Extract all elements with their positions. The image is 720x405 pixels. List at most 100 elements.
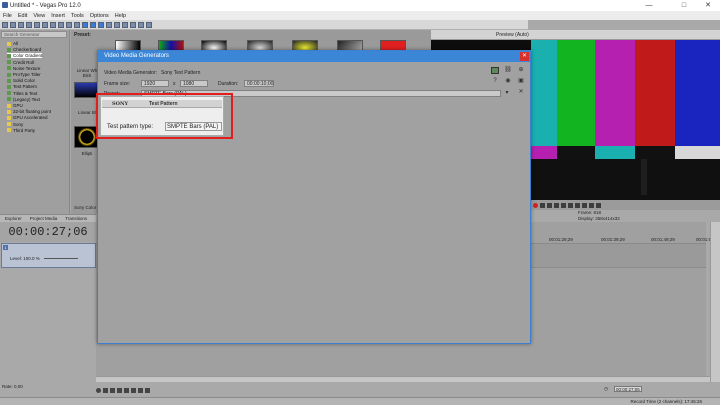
- duration-field[interactable]: 00:00:10;00: [244, 80, 274, 87]
- minimize-button[interactable]: —: [637, 0, 661, 11]
- dialog-close-button[interactable]: ✕: [520, 52, 529, 61]
- vegas-app-icon: [2, 2, 8, 8]
- chain-icon[interactable]: ⛓: [504, 67, 512, 74]
- selection-tool-icon[interactable]: [138, 21, 144, 28]
- go-end-icon[interactable]: [145, 387, 150, 393]
- tab-project-media[interactable]: Project Media: [30, 216, 58, 221]
- preview-toggle-icon[interactable]: ◉: [504, 78, 512, 85]
- maximize-button[interactable]: □: [672, 0, 696, 11]
- tab-explorer[interactable]: Explorer: [5, 216, 22, 221]
- timeline-horizontal-scrollbar[interactable]: [96, 376, 710, 382]
- close-window-button[interactable]: ✕: [696, 0, 720, 11]
- redo-icon[interactable]: [74, 21, 80, 28]
- pause-icon[interactable]: [561, 202, 566, 208]
- ignore-grouping-icon[interactable]: [114, 21, 120, 28]
- pin-icon[interactable]: ⊕: [517, 67, 525, 74]
- normal-edit-tool-icon[interactable]: [122, 21, 128, 28]
- tree-item-label: Color Gradient: [13, 53, 43, 59]
- status-bar: Record Time (2 channels): 17:45:26: [0, 397, 720, 405]
- zoom-tool-icon[interactable]: [146, 21, 152, 28]
- ruler-tick: 00:01:49;29: [651, 237, 675, 242]
- generator-icon: [7, 97, 11, 102]
- frame-height-field[interactable]: 1080: [180, 80, 208, 87]
- tree-item[interactable]: Credit Roll: [7, 60, 34, 65]
- menu-options[interactable]: Options: [90, 13, 109, 19]
- pause-icon[interactable]: [124, 387, 129, 393]
- go-start-icon[interactable]: [138, 387, 143, 393]
- delete-preset-icon[interactable]: ✕: [517, 89, 525, 96]
- tree-item[interactable]: Third Party: [7, 128, 35, 133]
- search-generator-field[interactable]: Search Generator: [1, 31, 67, 38]
- tree-item[interactable]: ProType Titler: [7, 72, 41, 77]
- stop-icon[interactable]: [131, 387, 136, 393]
- frame-width-field[interactable]: 1920: [141, 80, 169, 87]
- save-icon[interactable]: [18, 21, 24, 28]
- menu-help[interactable]: Help: [115, 13, 126, 19]
- tree-item[interactable]: GPU: [7, 103, 23, 108]
- menu-insert[interactable]: Insert: [51, 13, 65, 19]
- display-label: Display:: [578, 215, 595, 221]
- timeline-vertical-scrollbar[interactable]: [710, 222, 720, 382]
- go-end-icon[interactable]: [582, 202, 587, 208]
- frame-value: 818: [593, 210, 602, 215]
- tree-item[interactable]: Sony: [7, 122, 23, 127]
- copy-icon[interactable]: [50, 21, 56, 28]
- record-icon[interactable]: [96, 387, 101, 393]
- tree-item-label: GPU: [13, 103, 23, 108]
- new-project-icon[interactable]: [2, 21, 8, 28]
- tree-item-label: (Legacy) Text: [13, 96, 40, 102]
- play-start-icon[interactable]: [547, 202, 552, 208]
- record-icon[interactable]: [533, 202, 538, 208]
- tree-item[interactable]: Checkerboard: [7, 47, 41, 52]
- play-icon[interactable]: [554, 202, 559, 208]
- lock-envelopes-icon[interactable]: [106, 21, 112, 28]
- pluge-area: [531, 159, 720, 200]
- render-icon[interactable]: [34, 21, 40, 28]
- display-value: 358x414x32: [595, 215, 620, 221]
- generator-toggle-icon[interactable]: [491, 67, 499, 74]
- tree-item[interactable]: All: [7, 41, 18, 46]
- go-start-icon[interactable]: [575, 202, 580, 208]
- tree-item[interactable]: Solid Color: [7, 78, 35, 83]
- level-slider[interactable]: [44, 258, 78, 259]
- undo-icon[interactable]: [66, 21, 72, 28]
- tree-item[interactable]: 32-bit floating point: [7, 109, 51, 114]
- snapping-icon[interactable]: [82, 21, 88, 28]
- auto-ripple-icon[interactable]: [98, 21, 104, 28]
- video-track-header[interactable]: 1 Level: 100.0 %: [1, 243, 96, 268]
- end-time-field[interactable]: 00:00:27;06: [613, 386, 642, 392]
- tree-item[interactable]: Titles & Text: [7, 91, 37, 96]
- tab-transitions[interactable]: Transitions: [65, 216, 87, 221]
- open-icon[interactable]: [10, 21, 16, 28]
- menu-view[interactable]: View: [33, 13, 45, 19]
- tree-item[interactable]: Noise Texture: [7, 66, 40, 71]
- save-preset-icon[interactable]: ▣: [517, 78, 525, 85]
- stop-icon[interactable]: [568, 202, 573, 208]
- tree-item[interactable]: GPU Accelerated: [7, 115, 48, 120]
- menu-file[interactable]: File: [3, 13, 12, 19]
- generator-label: Video Media Generator:: [104, 70, 157, 76]
- loop-icon[interactable]: [540, 202, 545, 208]
- color-bar-blue: [675, 40, 720, 146]
- loop-icon[interactable]: [103, 387, 108, 393]
- cursor-time-display: 00:00:27;06: [0, 222, 96, 242]
- preview-quality-dropdown[interactable]: Preview (Auto): [496, 32, 529, 38]
- auto-crossfade-icon[interactable]: [90, 21, 96, 28]
- tree-item-label: Credit Roll: [13, 59, 35, 65]
- tree-item[interactable]: Test Pattern: [7, 84, 37, 89]
- envelope-tool-icon[interactable]: [130, 21, 136, 28]
- properties-icon[interactable]: [26, 21, 32, 28]
- help-icon[interactable]: ?: [491, 78, 499, 85]
- prev-frame-icon[interactable]: [589, 202, 594, 208]
- preset-dropdown-arrow-icon[interactable]: ▾: [503, 90, 511, 97]
- tree-item[interactable]: Color Gradient: [7, 53, 43, 59]
- play-icon[interactable]: [117, 387, 122, 393]
- cut-icon[interactable]: [42, 21, 48, 28]
- paste-icon[interactable]: [58, 21, 64, 28]
- menu-edit[interactable]: Edit: [18, 13, 27, 19]
- tree-item[interactable]: (Legacy) Text: [7, 97, 40, 102]
- highlight-annotation-box: [96, 93, 233, 139]
- next-frame-icon[interactable]: [596, 202, 601, 208]
- menu-tools[interactable]: Tools: [71, 13, 84, 19]
- play-start-icon[interactable]: [110, 387, 115, 393]
